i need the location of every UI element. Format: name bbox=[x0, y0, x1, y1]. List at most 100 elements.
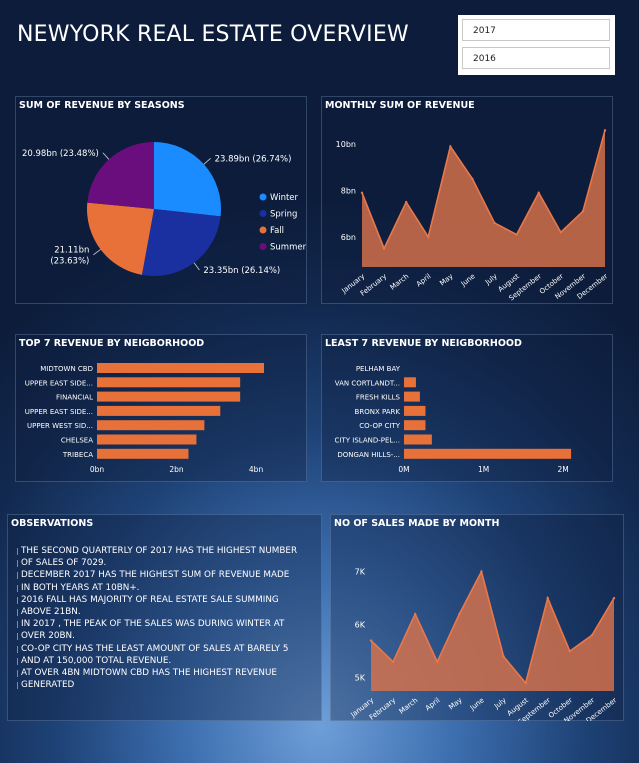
legend-label-summer[interactable]: Summer bbox=[270, 243, 306, 253]
observation-line: GENERATED bbox=[17, 679, 321, 691]
legend-marker-fall bbox=[259, 226, 267, 234]
x-tick-label: April bbox=[415, 272, 433, 288]
legend-marker-summer bbox=[259, 243, 267, 250]
data-point[interactable] bbox=[537, 191, 540, 195]
data-point[interactable] bbox=[581, 210, 585, 213]
pie-slice-winter[interactable] bbox=[154, 142, 221, 217]
observation-line: THE SECOND QUARTERLY OF 2017 HAS THE HIG… bbox=[17, 545, 321, 557]
bar-category-label: FINANCIAL bbox=[56, 394, 93, 402]
area-fill[interactable] bbox=[362, 130, 605, 267]
data-point[interactable] bbox=[413, 612, 417, 616]
observations-title: OBSERVATIONS bbox=[11, 518, 94, 529]
chart-title-revenue-by-seasons: SUM OF REVENUE BY SEASONS bbox=[19, 100, 185, 111]
observation-line: AND AT 150,000 TOTAL REVENUE. bbox=[17, 655, 321, 667]
legend-label-winter[interactable]: Winter bbox=[270, 193, 299, 203]
bar-van-cortlandt[interactable] bbox=[404, 377, 416, 388]
bar-upper-west-sid[interactable] bbox=[97, 420, 205, 431]
x-tick-label: June bbox=[468, 696, 486, 712]
chart-title-sales-by-month: NO OF SALES MADE BY MONTH bbox=[334, 518, 500, 529]
bar-category-label: VAN CORTLANDT... bbox=[335, 379, 400, 387]
observation-line: IN BOTH YEARS AT 10BN+. bbox=[17, 582, 321, 594]
pie-leader-line bbox=[102, 152, 110, 160]
data-point[interactable] bbox=[458, 612, 461, 616]
panel-observations: OBSERVATIONS THE SECOND QUARTERLY OF 201… bbox=[7, 514, 322, 721]
observations-list: THE SECOND QUARTERLY OF 2017 HAS THE HIG… bbox=[17, 545, 321, 691]
data-point[interactable] bbox=[360, 191, 364, 195]
x-tick-label: May bbox=[438, 272, 454, 287]
x-tick-label: 4bn bbox=[249, 465, 264, 474]
bar-midtown-cbd[interactable] bbox=[97, 363, 265, 373]
bar-category-label: DONGAN HILLS-... bbox=[337, 451, 400, 459]
data-point[interactable] bbox=[559, 231, 563, 234]
panel-sales-by-month: NO OF SALES MADE BY MONTH 5K 6K 7K January F… bbox=[330, 514, 624, 721]
data-point[interactable] bbox=[436, 660, 439, 664]
data-point[interactable] bbox=[568, 649, 572, 653]
chart-title-monthly-revenue: MONTHLY SUM OF REVENUE bbox=[325, 100, 475, 111]
chart-title-top-neighborhood: TOP 7 REVENUE BY NEIGBORHOOD bbox=[19, 338, 205, 349]
year-slicer[interactable]: 2017 2016 bbox=[458, 15, 615, 75]
data-point[interactable] bbox=[524, 681, 527, 685]
x-tick-label: May bbox=[447, 696, 463, 711]
data-point[interactable] bbox=[449, 145, 452, 148]
pie-leader-line bbox=[93, 249, 101, 256]
observation-line: 2016 FALL HAS MAJORITY OF REAL ESTATE SA… bbox=[17, 594, 321, 606]
observation-line: OF SALES OF 7029. bbox=[17, 557, 321, 569]
bar-dongan-hills[interactable] bbox=[404, 448, 572, 459]
pie-data-label: 20.98bn (23.48%) bbox=[22, 149, 99, 159]
legend-label-spring[interactable]: Spring bbox=[270, 210, 297, 220]
bar-fresh-kills[interactable] bbox=[404, 391, 420, 402]
data-point[interactable] bbox=[546, 596, 549, 600]
data-point[interactable] bbox=[590, 634, 594, 637]
observation-line: AT OVER 4BN MIDTOWN CBD HAS THE HIGHEST … bbox=[17, 667, 321, 679]
bar-category-label: TRIBECA bbox=[62, 451, 93, 459]
observation-line: OVER 20BN. bbox=[17, 630, 321, 642]
data-point[interactable] bbox=[382, 247, 386, 250]
least-neighborhood-chart: PELHAM BAY VAN CORTLANDT... FRESH KILLS BRO… bbox=[335, 365, 572, 474]
legend-label-fall[interactable]: Fall bbox=[270, 226, 284, 236]
bar-upper-east-side[interactable] bbox=[97, 377, 241, 388]
data-point[interactable] bbox=[480, 570, 483, 573]
y-tick-label: 8bn bbox=[341, 187, 356, 196]
bar-category-label: UPPER EAST SIDE... bbox=[25, 408, 93, 416]
data-point[interactable] bbox=[603, 129, 607, 132]
bar-category-label: CO-OP CITY bbox=[359, 422, 400, 430]
bar-category-label: CHELSEA bbox=[61, 437, 93, 445]
panel-monthly-revenue: MONTHLY SUM OF REVENUE 6bn 8bn 10bn January… bbox=[321, 96, 613, 304]
x-tick-label: March bbox=[389, 272, 411, 291]
bar-financial[interactable] bbox=[97, 391, 241, 402]
slicer-item-2017[interactable]: 2017 bbox=[462, 19, 610, 41]
data-point[interactable] bbox=[427, 235, 430, 239]
pie-leader-line bbox=[193, 262, 200, 271]
data-point[interactable] bbox=[404, 200, 408, 204]
x-tick-label: April bbox=[424, 696, 442, 712]
bar-chelsea[interactable] bbox=[97, 434, 197, 445]
dashboard-title: NEWYORK REAL ESTATE OVERVIEW bbox=[17, 22, 409, 47]
bar-category-label: UPPER EAST SIDE... bbox=[25, 379, 93, 387]
data-point[interactable] bbox=[612, 596, 616, 600]
panel-revenue-by-seasons: SUM OF REVENUE BY SEASONS 23.89bn (26.74… bbox=[15, 96, 307, 304]
data-point[interactable] bbox=[369, 639, 373, 642]
bar-category-label: BRONX PARK bbox=[355, 408, 401, 416]
x-tick-label: 0M bbox=[398, 465, 409, 474]
panel-least-neighborhood: LEAST 7 REVENUE BY NEIGBORHOOD PELHAM BA… bbox=[321, 334, 613, 482]
data-point[interactable] bbox=[502, 655, 505, 658]
pie-data-label: 21.11bn bbox=[54, 245, 89, 255]
slicer-item-2016[interactable]: 2016 bbox=[462, 47, 610, 69]
bar-category-label: CITY ISLAND-PEL... bbox=[335, 437, 400, 445]
bar-city-island-pel[interactable] bbox=[404, 434, 432, 445]
bar-upper-east-side[interactable] bbox=[97, 405, 221, 416]
legend-marker-winter bbox=[259, 193, 267, 201]
x-tick-label: 1M bbox=[478, 465, 489, 474]
x-tick-label: July bbox=[483, 272, 499, 287]
bar-co-op-city[interactable] bbox=[404, 420, 426, 431]
observation-line: DECEMBER 2017 HAS THE HIGHEST SUM OF REV… bbox=[17, 569, 321, 581]
observation-line: ABOVE 21BN. bbox=[17, 606, 321, 618]
data-point[interactable] bbox=[391, 660, 395, 664]
data-point[interactable] bbox=[515, 233, 518, 236]
x-tick-label: 0bn bbox=[90, 465, 105, 474]
bar-tribeca[interactable] bbox=[97, 448, 189, 459]
data-point[interactable] bbox=[493, 221, 496, 225]
data-point[interactable] bbox=[471, 177, 474, 181]
bar-bronx-park[interactable] bbox=[404, 405, 426, 416]
y-tick-label: 5K bbox=[355, 674, 366, 683]
